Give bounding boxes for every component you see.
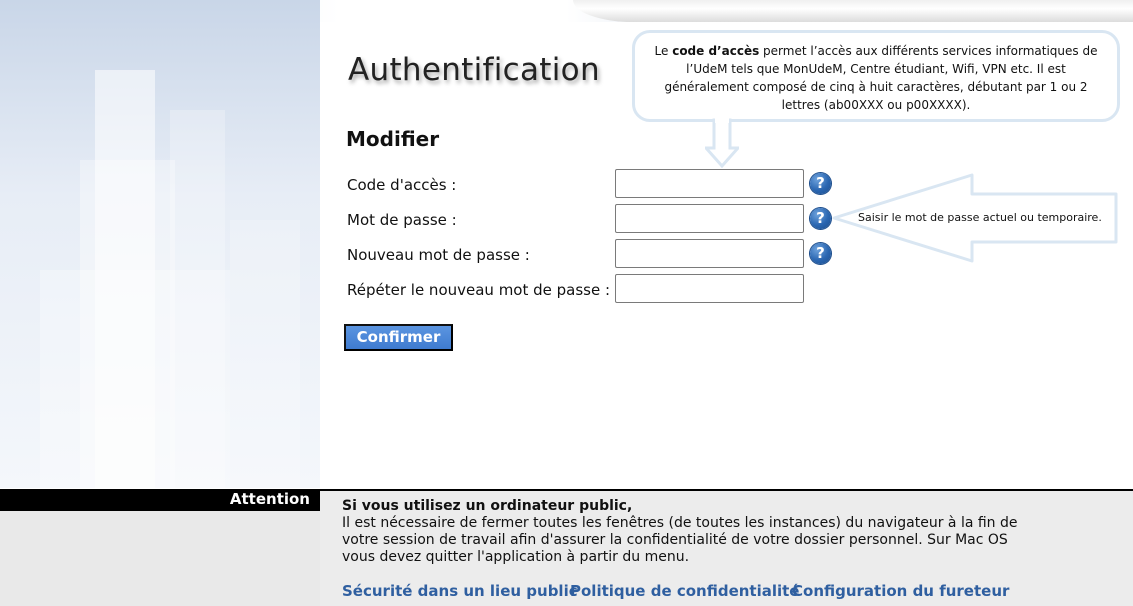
page-title: Authentification [348,52,600,88]
attention-bar: Attention [0,489,320,511]
attention-heading: Si vous utilisez un ordinateur public, [342,498,633,514]
label-mot-de-passe: Mot de passe : [347,211,457,229]
banner-shine [573,0,1133,22]
help-icon[interactable]: ? [810,173,831,194]
help-icon[interactable]: ? [810,243,831,264]
down-arrow-callout [705,118,739,168]
link-securite-lieu-public[interactable]: Sécurité dans un lieu public [342,582,578,600]
repeter-mot-de-passe-input[interactable] [615,274,804,303]
building-background-image [0,0,320,488]
section-title: Modifier [346,127,440,151]
nouveau-mot-de-passe-input[interactable] [615,239,804,268]
callout-bold-term: code d’accès [672,44,760,58]
mot-de-passe-callout-text: Saisir le mot de passe actuel ou tempora… [858,211,1102,224]
label-nouveau-mot-de-passe: Nouveau mot de passe : [347,246,530,264]
attention-title: Attention [229,490,310,508]
label-repeter-mot-de-passe: Répéter le nouveau mot de passe : [347,281,611,299]
code-acces-input[interactable] [615,169,804,198]
attention-body: Il est nécessaire de fermer toutes les f… [342,515,1018,565]
attention-sidebar: Attention [0,489,320,606]
mot-de-passe-input[interactable] [615,204,804,233]
help-icon[interactable]: ? [810,208,831,229]
code-acces-callout: Le code d’accès permet l’accès aux diffé… [632,30,1120,122]
confirm-button[interactable]: Confirmer [344,324,453,351]
link-politique-confidentialite[interactable]: Politique de confidentialité [570,582,799,600]
link-configuration-fureteur[interactable]: Configuration du fureteur [792,582,1009,600]
label-code-acces: Code d'accès : [347,176,457,194]
